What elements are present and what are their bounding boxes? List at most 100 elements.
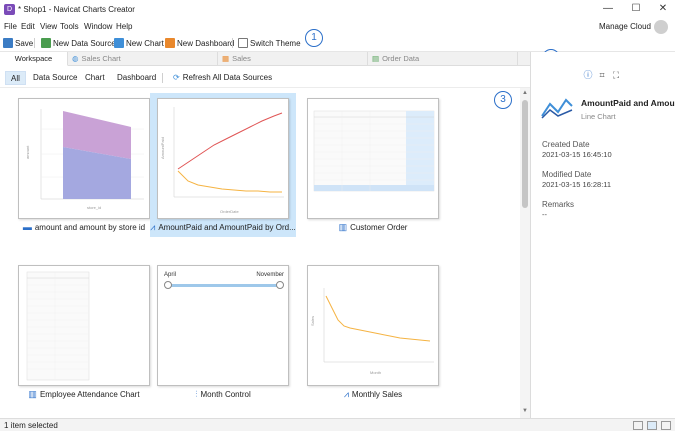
svg-text:Sales: Sales (310, 316, 315, 326)
svg-text:store_id: store_id (87, 205, 101, 210)
filter-separator (162, 73, 163, 83)
item-label: ⩘ AmountPaid and AmountPaid by Ord... (150, 222, 296, 233)
menu-edit[interactable]: Edit (21, 22, 35, 31)
menu-tools[interactable]: Tools (60, 22, 79, 31)
slider-end-label: November (256, 272, 284, 278)
new-data-source-label: New Data Source (53, 38, 116, 48)
menu-view[interactable]: View (40, 22, 57, 31)
menu-help[interactable]: Help (116, 22, 132, 31)
minimize-button[interactable]: — (600, 3, 616, 15)
created-date-value: 2021-03-15 16:45:10 (542, 150, 612, 159)
data-source-icon: ▤ (372, 54, 380, 63)
item-label: ▥ Customer Order (300, 222, 446, 233)
document-tabs: Workspace ◍ Sales Chart ▦ Sales ▤ Order … (0, 52, 530, 66)
save-button[interactable]: Save (3, 37, 33, 49)
info-icon[interactable]: ⓘ (583, 70, 593, 80)
maximize-button[interactable]: ☐ (628, 3, 644, 15)
scroll-down-icon[interactable]: ▼ (522, 408, 528, 414)
remarks-value: -- (542, 210, 547, 219)
tab-sales-label: Sales (232, 54, 251, 63)
item-title: amount and amount by store id (34, 222, 146, 232)
filter-chart[interactable]: Chart (80, 71, 110, 85)
svg-text:amount: amount (25, 145, 30, 159)
new-chart-label: New Chart (126, 38, 164, 48)
tab-order-data-label: Order Data (382, 54, 420, 63)
preview-icon[interactable]: ⛶ (611, 70, 621, 80)
filter-data-source[interactable]: Data Source (28, 71, 82, 85)
scrollbar-thumb[interactable] (522, 100, 528, 208)
item-card[interactable]: April November ⫶ Month Control (150, 260, 296, 404)
area-chart-preview: amount store_id (25, 109, 144, 210)
data-source-icon (41, 38, 51, 48)
dashboard-icon (165, 38, 175, 48)
close-button[interactable]: ✕ (655, 3, 671, 15)
remarks-label: Remarks (542, 200, 575, 209)
item-title: Monthly Sales (351, 390, 403, 399)
svg-text:Month: Month (370, 370, 381, 375)
line-chart-icon (541, 98, 573, 119)
item-title: Employee Attendance Chart (39, 390, 140, 399)
line-chart-icon: ⩘ (343, 389, 349, 399)
app-window: D * Shop1 - Navicat Charts Creator — ☐ ✕… (0, 0, 675, 431)
grid-view-icon[interactable] (647, 421, 657, 430)
tab-sales[interactable]: ▦ Sales (218, 52, 368, 66)
slider-handle-end (276, 281, 284, 289)
item-label: ⫶ Month Control (150, 389, 296, 400)
new-dashboard-button[interactable]: New Dashboard (165, 37, 234, 49)
new-chart-button[interactable]: New Chart (114, 37, 164, 49)
table-preview (26, 271, 90, 381)
menu-bar: File Edit View Tools Window Help (0, 20, 675, 34)
refresh-icon: ⟳ (173, 73, 180, 82)
table-thumbnail (18, 265, 150, 386)
svg-text:OrderDate: OrderDate (220, 209, 239, 214)
item-label: ⩘ Monthly Sales (300, 389, 446, 400)
new-data-source-button[interactable]: New Data Source (41, 37, 116, 49)
tab-order-data[interactable]: ▤ Order Data (368, 52, 518, 66)
slider-track (168, 284, 280, 287)
item-card[interactable]: ▥ Employee Attendance Chart (11, 260, 157, 404)
avatar[interactable] (654, 20, 668, 34)
menu-window[interactable]: Window (84, 22, 112, 31)
created-date-label: Created Date (542, 140, 590, 149)
tab-workspace-label: Workspace (14, 53, 53, 63)
switch-theme-button[interactable]: Switch Theme (238, 37, 301, 49)
status-text: 1 item selected (4, 421, 58, 430)
item-card-selected[interactable]: AmountPaid OrderDate ⩘ AmountPaid and Am… (150, 93, 296, 237)
tab-sales-chart[interactable]: ◍ Sales Chart (68, 52, 218, 66)
refresh-all-button[interactable]: ⟳ Refresh All Data Sources (168, 71, 277, 85)
save-icon (3, 38, 13, 48)
switch-theme-label: Switch Theme (250, 38, 301, 48)
table-chart-icon: ▥ (338, 222, 348, 232)
window-title: * Shop1 - Navicat Charts Creator (18, 5, 135, 14)
title-bar: D * Shop1 - Navicat Charts Creator — ☐ ✕ (0, 0, 675, 20)
status-bar: 1 item selected (0, 418, 675, 431)
data-source-icon: ▬ (22, 222, 32, 232)
item-title: Month Control (200, 390, 251, 399)
item-card[interactable]: ▥ Customer Order (300, 93, 446, 237)
filter-dashboard[interactable]: Dashboard (112, 71, 161, 85)
chart-icon: ◍ (72, 54, 79, 63)
manage-cloud-button[interactable]: Manage Cloud (599, 22, 651, 31)
item-label: ▬ amount and amount by store id (11, 222, 157, 232)
filter-bar: All Data Source Chart Dashboard ⟳ Refres… (0, 66, 530, 88)
tab-workspace[interactable]: Workspace (0, 52, 68, 66)
control-thumbnail: April November (157, 265, 289, 386)
table-chart-icon: ▥ (28, 389, 37, 399)
tab-sales-chart-label: Sales Chart (81, 54, 121, 63)
scroll-up-icon[interactable]: ▲ (522, 90, 528, 96)
item-card[interactable]: amount store_id ▬ amount and amount by s… (11, 93, 157, 237)
detail-view-icon[interactable] (661, 421, 671, 430)
menu-file[interactable]: File (4, 22, 17, 31)
dependency-icon[interactable]: ⌗ (597, 70, 607, 80)
list-view-icon[interactable] (633, 421, 643, 430)
app-icon: D (4, 4, 15, 15)
line-chart-preview: Sales Month (310, 288, 434, 375)
slider-start-label: April (164, 272, 177, 278)
filter-all[interactable]: All (5, 71, 26, 85)
vertical-scrollbar[interactable]: ▲ ▼ (520, 88, 530, 418)
chart-icon (114, 38, 124, 48)
item-label: ▥ Employee Attendance Chart (11, 389, 157, 400)
table-thumbnail (307, 98, 439, 219)
area-chart-thumbnail: amount store_id (18, 98, 150, 219)
item-card[interactable]: Sales Month ⩘ Monthly Sales (300, 260, 446, 404)
